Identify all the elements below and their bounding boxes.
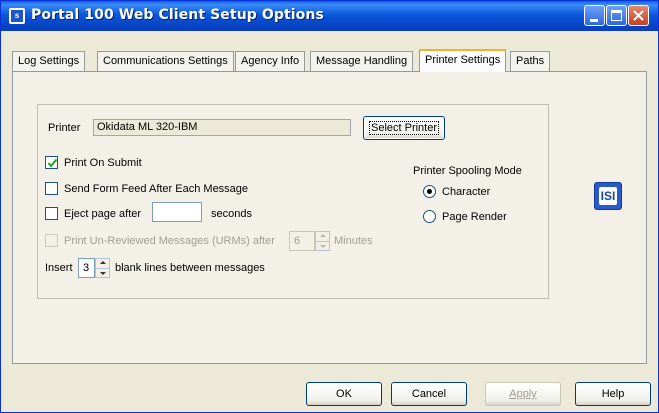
apply-button[interactable]: Apply bbox=[485, 382, 561, 406]
blank-lines-spinner[interactable] bbox=[95, 258, 110, 278]
print-urm-label: Print Un-Reviewed Messages (URMs) after bbox=[64, 235, 275, 247]
tab-agency-info[interactable]: Agency Info bbox=[235, 51, 306, 71]
tab-message-handling[interactable]: Message Handling bbox=[310, 51, 414, 71]
tab-communications-settings[interactable]: Communications Settings bbox=[97, 51, 234, 71]
eject-page-label: Eject page after bbox=[64, 208, 142, 220]
spool-page-render-radio[interactable] bbox=[423, 210, 436, 223]
maximize-icon bbox=[611, 10, 622, 21]
close-icon bbox=[633, 10, 644, 21]
help-button[interactable]: Help bbox=[575, 382, 651, 406]
select-printer-label: Select Printer bbox=[368, 121, 440, 135]
app-logo-icon: s bbox=[9, 8, 25, 24]
form-feed-checkbox[interactable] bbox=[45, 182, 58, 195]
tab-printer-settings[interactable]: Printer Settings bbox=[419, 49, 507, 72]
eject-seconds-input[interactable] bbox=[152, 202, 202, 222]
spool-character-radio[interactable] bbox=[423, 185, 436, 198]
print-on-submit-label: Print On Submit bbox=[64, 157, 142, 169]
spin-up-icon bbox=[320, 234, 326, 237]
tab-log-settings[interactable]: Log Settings bbox=[12, 51, 86, 71]
blank-lines-input[interactable]: 3 bbox=[78, 258, 95, 278]
checkmark-icon bbox=[47, 158, 58, 168]
ok-button[interactable]: OK bbox=[306, 382, 382, 406]
insert-label: Insert bbox=[45, 262, 73, 274]
tab-paths[interactable]: Paths bbox=[510, 51, 551, 71]
printer-label: Printer bbox=[48, 122, 81, 134]
isi-logo-icon: ISI bbox=[594, 182, 622, 210]
print-urm-checkbox[interactable] bbox=[45, 234, 58, 247]
select-printer-button[interactable]: Select Printer bbox=[363, 116, 445, 140]
close-button[interactable] bbox=[628, 5, 649, 26]
print-on-submit-checkbox[interactable] bbox=[45, 156, 58, 169]
urm-minutes-input[interactable]: 6 bbox=[289, 231, 315, 251]
setup-options-window: s Portal 100 Web Client Setup Options Lo… bbox=[0, 0, 659, 413]
spin-down-icon bbox=[320, 245, 326, 248]
minimize-button[interactable] bbox=[584, 5, 605, 26]
spooling-mode-title: Printer Spooling Mode bbox=[413, 165, 522, 177]
minimize-icon bbox=[590, 19, 598, 22]
title-bar[interactable]: s Portal 100 Web Client Setup Options bbox=[1, 1, 658, 31]
blank-lines-suffix: blank lines between messages bbox=[115, 262, 265, 274]
form-feed-label: Send Form Feed After Each Message bbox=[64, 183, 249, 195]
spool-character-label: Character bbox=[442, 186, 491, 198]
eject-seconds-suffix: seconds bbox=[211, 208, 252, 220]
isi-logo-text: ISI bbox=[599, 187, 617, 205]
cancel-button[interactable]: Cancel bbox=[391, 382, 467, 406]
spin-up-icon bbox=[100, 261, 106, 264]
spool-page-render-label: Page Render bbox=[442, 211, 507, 223]
spin-down-icon bbox=[100, 272, 106, 275]
urm-minutes-spinner[interactable] bbox=[315, 231, 330, 251]
printer-name-field[interactable]: Okidata ML 320-IBM bbox=[93, 119, 351, 136]
window-title: Portal 100 Web Client Setup Options bbox=[31, 7, 324, 23]
urm-minutes-suffix: Minutes bbox=[334, 235, 373, 247]
maximize-button[interactable] bbox=[606, 5, 627, 26]
eject-page-checkbox[interactable] bbox=[45, 207, 58, 220]
